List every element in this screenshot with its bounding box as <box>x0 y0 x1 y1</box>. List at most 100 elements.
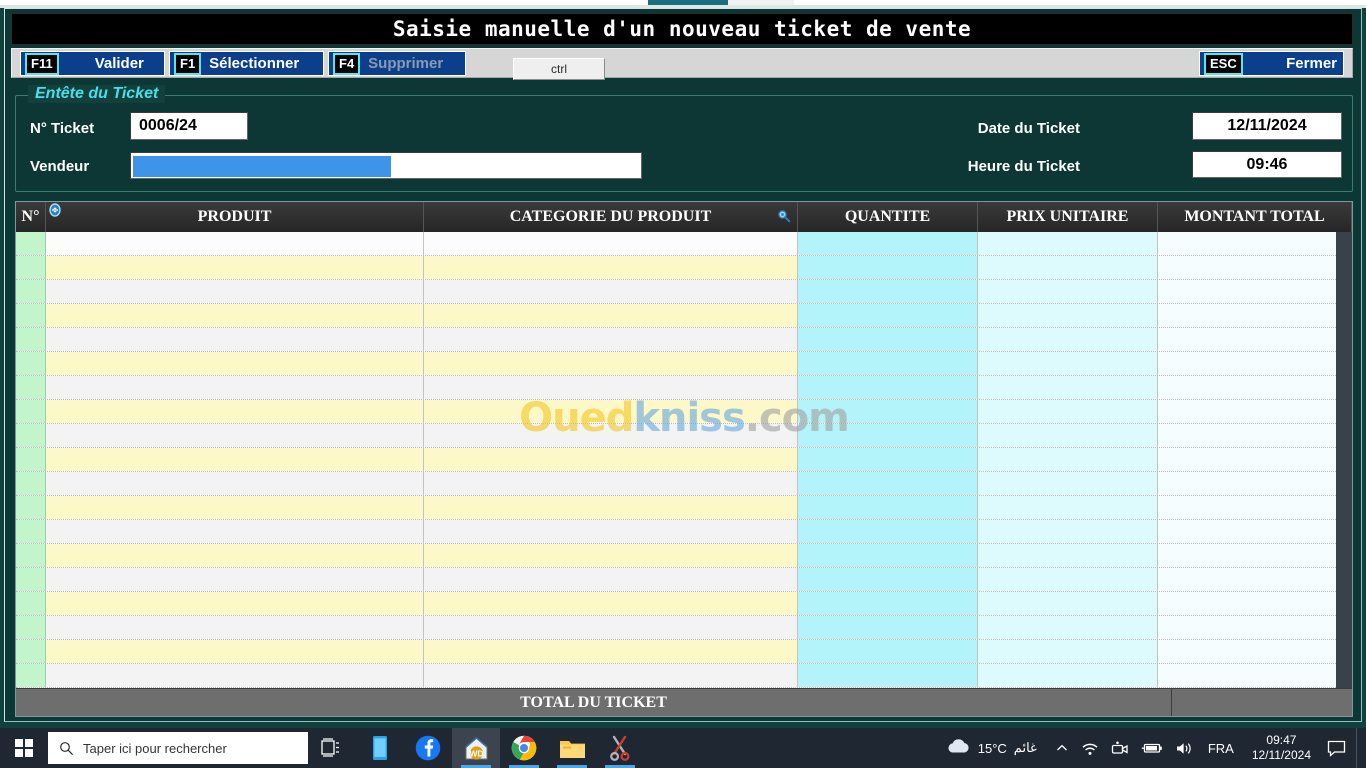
table-cell-prod[interactable] <box>46 400 424 423</box>
table-cell-pu[interactable] <box>978 232 1158 255</box>
table-cell-pu[interactable] <box>978 280 1158 303</box>
table-row[interactable] <box>16 568 1352 592</box>
camera-icon[interactable] <box>1105 728 1135 768</box>
table-cell-qte[interactable] <box>798 496 978 519</box>
table-cell-no[interactable] <box>16 328 46 351</box>
table-cell-qte[interactable] <box>798 448 978 471</box>
table-row[interactable] <box>16 352 1352 376</box>
table-cell-prod[interactable] <box>46 544 424 567</box>
table-cell-prod[interactable] <box>46 496 424 519</box>
table-cell-mt[interactable] <box>1158 544 1352 567</box>
table-cell-qte[interactable] <box>798 640 978 663</box>
table-cell-mt[interactable] <box>1158 664 1352 687</box>
table-cell-qte[interactable] <box>798 472 978 495</box>
table-cell-no[interactable] <box>16 304 46 327</box>
table-cell-prod[interactable] <box>46 328 424 351</box>
table-cell-pu[interactable] <box>978 328 1158 351</box>
split-handle-icon[interactable] <box>48 203 62 217</box>
table-cell-pu[interactable] <box>978 616 1158 639</box>
table-cell-cat[interactable] <box>424 232 798 255</box>
table-cell-prod[interactable] <box>46 376 424 399</box>
search-icon[interactable] <box>777 209 791 223</box>
table-cell-no[interactable] <box>16 544 46 567</box>
table-cell-no[interactable] <box>16 496 46 519</box>
table-cell-cat[interactable] <box>424 352 798 375</box>
table-row[interactable] <box>16 664 1352 688</box>
table-cell-pu[interactable] <box>978 568 1158 591</box>
table-cell-cat[interactable] <box>424 328 798 351</box>
table-cell-no[interactable] <box>16 256 46 279</box>
column-header-quantite[interactable]: QUANTITE <box>798 202 978 232</box>
table-cell-mt[interactable] <box>1158 520 1352 543</box>
google-chrome-icon[interactable] <box>500 728 548 768</box>
table-cell-mt[interactable] <box>1158 232 1352 255</box>
table-cell-pu[interactable] <box>978 424 1158 447</box>
table-cell-pu[interactable] <box>978 448 1158 471</box>
table-cell-qte[interactable] <box>798 232 978 255</box>
table-row[interactable] <box>16 616 1352 640</box>
table-row[interactable] <box>16 520 1352 544</box>
table-cell-no[interactable] <box>16 400 46 423</box>
column-header-categorie[interactable]: CATEGORIE DU PRODUIT <box>424 202 798 232</box>
vendeur-input[interactable] <box>130 152 642 179</box>
table-vertical-scrollbar[interactable] <box>1336 232 1352 688</box>
show-hidden-icons-chevron-up-icon[interactable] <box>1049 728 1075 768</box>
table-cell-pu[interactable] <box>978 352 1158 375</box>
table-cell-cat[interactable] <box>424 472 798 495</box>
table-cell-cat[interactable] <box>424 304 798 327</box>
table-row[interactable] <box>16 400 1352 424</box>
table-cell-cat[interactable] <box>424 544 798 567</box>
table-cell-pu[interactable] <box>978 472 1158 495</box>
table-cell-pu[interactable] <box>978 544 1158 567</box>
table-cell-qte[interactable] <box>798 352 978 375</box>
table-cell-qte[interactable] <box>798 256 978 279</box>
table-cell-cat[interactable] <box>424 664 798 687</box>
table-cell-cat[interactable] <box>424 568 798 591</box>
table-cell-qte[interactable] <box>798 544 978 567</box>
show-desktop-button[interactable] <box>1356 728 1362 768</box>
windows-start-icon[interactable] <box>0 728 48 768</box>
table-cell-mt[interactable] <box>1158 496 1352 519</box>
table-cell-mt[interactable] <box>1158 424 1352 447</box>
table-cell-mt[interactable] <box>1158 280 1352 303</box>
table-cell-mt[interactable] <box>1158 352 1352 375</box>
table-cell-mt[interactable] <box>1158 472 1352 495</box>
column-header-no[interactable]: N° <box>16 202 46 232</box>
table-cell-prod[interactable] <box>46 304 424 327</box>
table-cell-prod[interactable] <box>46 520 424 543</box>
table-row[interactable] <box>16 424 1352 448</box>
table-cell-qte[interactable] <box>798 280 978 303</box>
table-cell-pu[interactable] <box>978 376 1158 399</box>
table-cell-prod[interactable] <box>46 280 424 303</box>
table-cell-no[interactable] <box>16 424 46 447</box>
table-cell-no[interactable] <box>16 568 46 591</box>
table-cell-qte[interactable] <box>798 664 978 687</box>
table-cell-cat[interactable] <box>424 376 798 399</box>
table-cell-qte[interactable] <box>798 424 978 447</box>
table-cell-prod[interactable] <box>46 664 424 687</box>
date-ticket-input[interactable]: 12/11/2024 <box>1192 112 1342 140</box>
column-header-produit[interactable]: PRODUIT <box>46 202 424 232</box>
table-cell-no[interactable] <box>16 640 46 663</box>
table-cell-cat[interactable] <box>424 280 798 303</box>
volume-icon[interactable] <box>1169 728 1200 768</box>
table-cell-prod[interactable] <box>46 352 424 375</box>
table-cell-mt[interactable] <box>1158 640 1352 663</box>
table-cell-cat[interactable] <box>424 520 798 543</box>
table-cell-mt[interactable] <box>1158 256 1352 279</box>
table-cell-prod[interactable] <box>46 448 424 471</box>
table-cell-pu[interactable] <box>978 520 1158 543</box>
table-cell-prod[interactable] <box>46 232 424 255</box>
table-cell-prod[interactable] <box>46 568 424 591</box>
column-header-montant-total[interactable]: MONTANT TOTAL <box>1158 202 1352 232</box>
notifications-icon[interactable] <box>1321 728 1356 768</box>
table-cell-qte[interactable] <box>798 568 978 591</box>
table-cell-mt[interactable] <box>1158 328 1352 351</box>
table-cell-qte[interactable] <box>798 376 978 399</box>
table-row[interactable] <box>16 640 1352 664</box>
table-cell-prod[interactable] <box>46 592 424 615</box>
table-cell-cat[interactable] <box>424 256 798 279</box>
table-cell-no[interactable] <box>16 616 46 639</box>
table-cell-qte[interactable] <box>798 616 978 639</box>
table-cell-cat[interactable] <box>424 400 798 423</box>
